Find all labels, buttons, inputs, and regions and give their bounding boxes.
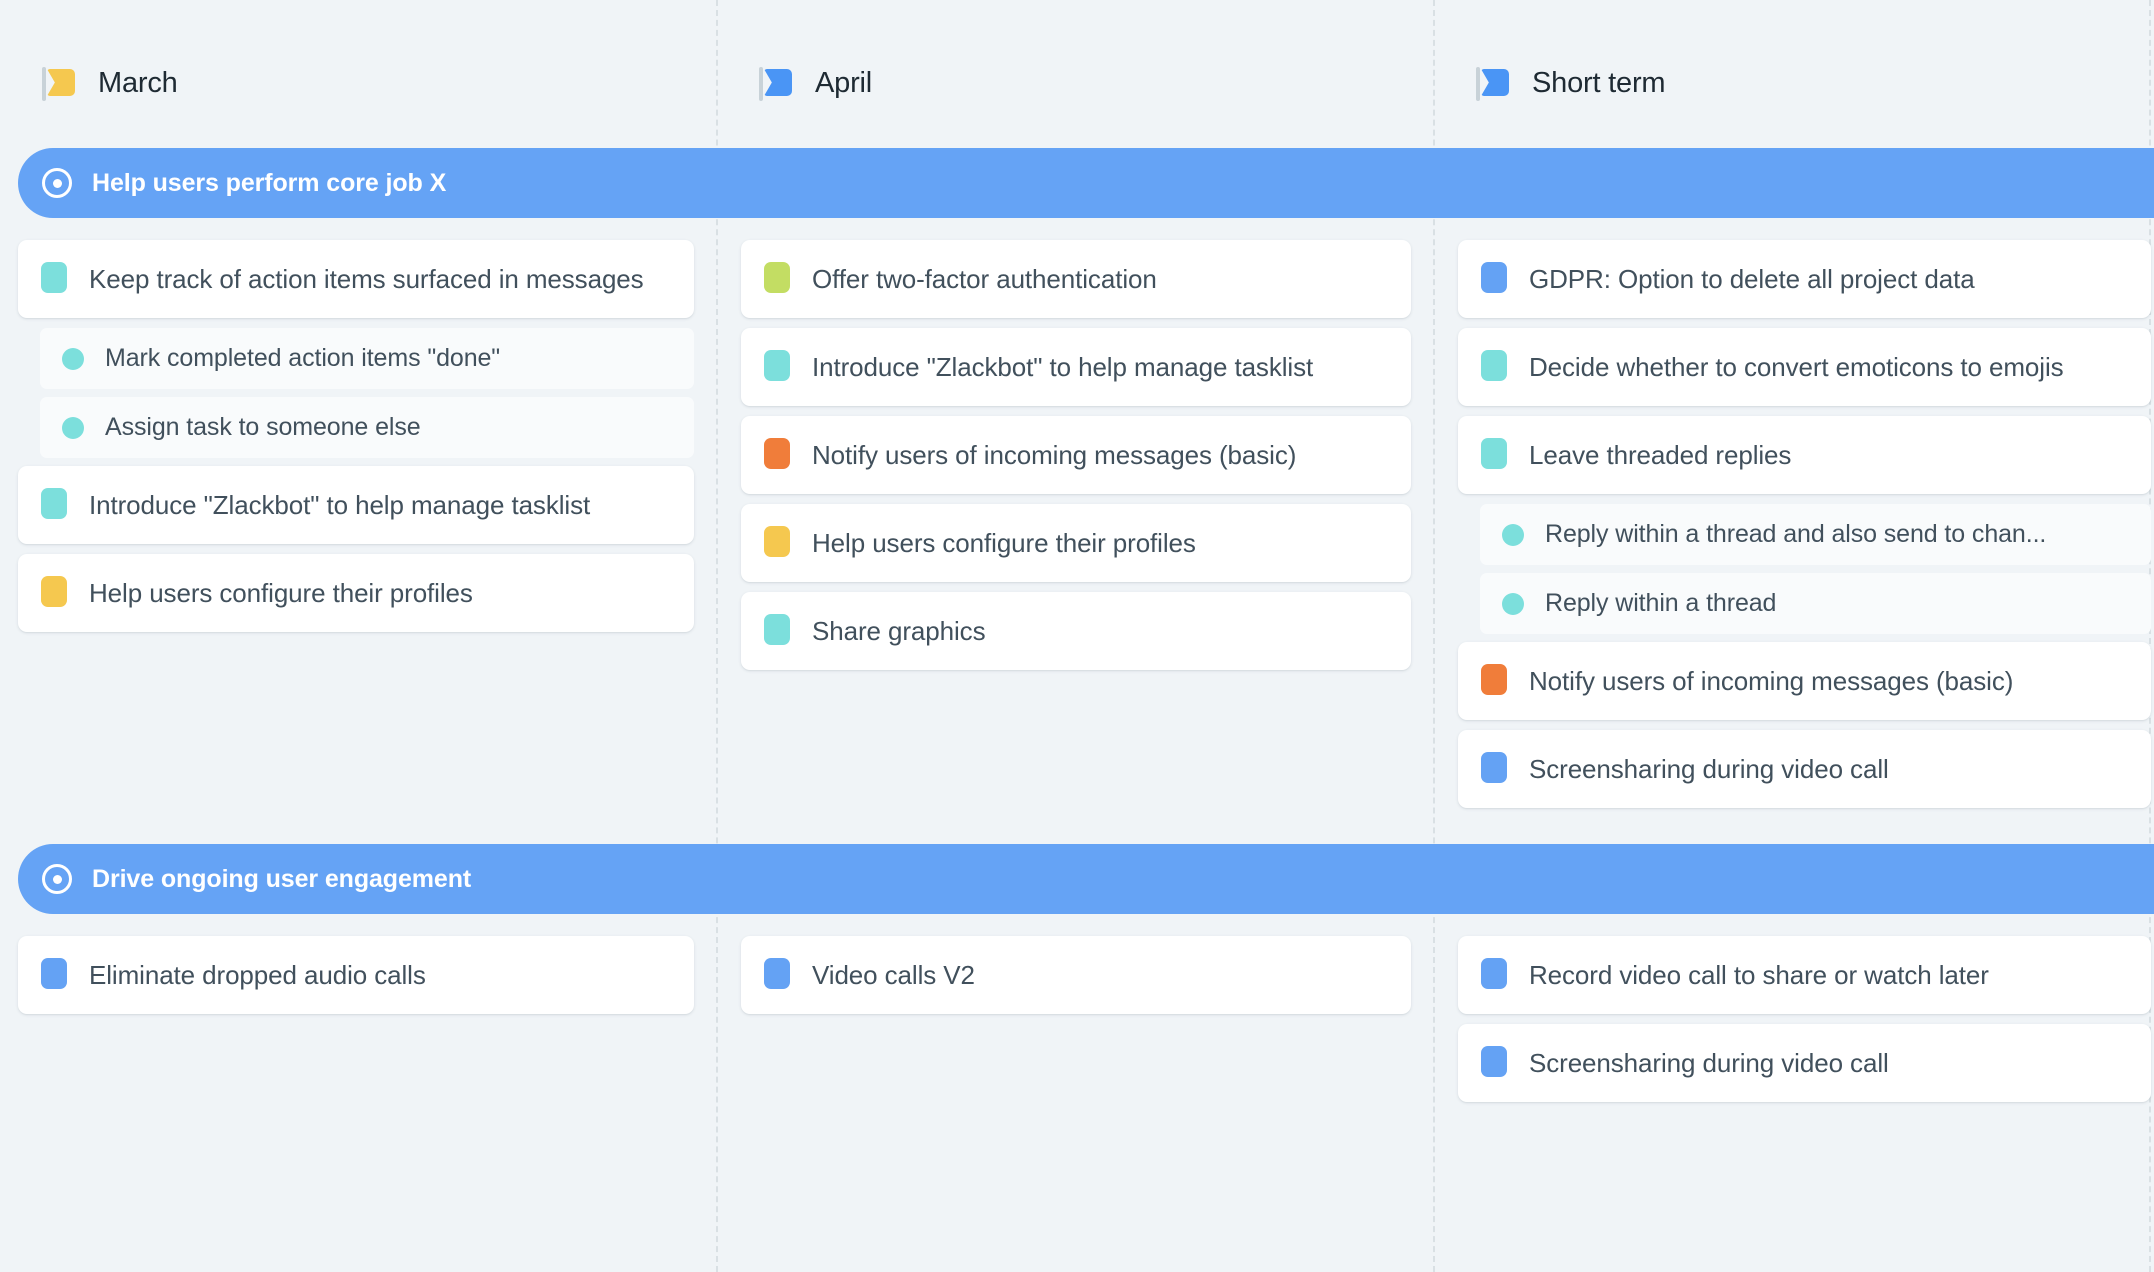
card-color-swatch bbox=[41, 576, 67, 607]
card-label: Introduce "Zlackbot" to help manage task… bbox=[812, 349, 1389, 385]
card-label: Leave threaded replies bbox=[1529, 437, 2129, 473]
column-title: April bbox=[815, 67, 872, 100]
column-title: Short term bbox=[1532, 67, 1665, 100]
card-label: Share graphics bbox=[812, 613, 1389, 649]
card-color-swatch bbox=[764, 526, 790, 557]
card-color-swatch bbox=[764, 614, 790, 645]
feature-card[interactable]: Leave threaded replies bbox=[1458, 416, 2151, 494]
feature-card[interactable]: Share graphics bbox=[741, 592, 1411, 670]
sub-feature-label: Reply within a thread and also send to c… bbox=[1545, 518, 2129, 551]
card-color-swatch bbox=[1481, 752, 1507, 783]
card-label: Screensharing during video call bbox=[1529, 751, 2129, 787]
goal-banner[interactable]: Help users perform core job X bbox=[18, 148, 2154, 218]
card-color-swatch bbox=[1481, 1046, 1507, 1077]
card-color-swatch bbox=[764, 350, 790, 381]
feature-card[interactable]: Eliminate dropped audio calls bbox=[18, 936, 694, 1014]
goal-title: Drive ongoing user engagement bbox=[92, 865, 471, 894]
target-icon bbox=[42, 864, 72, 894]
card-color-swatch bbox=[1481, 262, 1507, 293]
card-label: Introduce "Zlackbot" to help manage task… bbox=[89, 487, 672, 523]
goal-banner[interactable]: Drive ongoing user engagement bbox=[18, 844, 2154, 914]
card-label: Offer two-factor authentication bbox=[812, 261, 1389, 297]
column-header-march[interactable]: March bbox=[0, 0, 717, 148]
card-label: Notify users of incoming messages (basic… bbox=[812, 437, 1389, 473]
column-header-short-term[interactable]: Short term bbox=[1434, 0, 2151, 148]
sub-feature-label: Reply within a thread bbox=[1545, 587, 2129, 620]
feature-card[interactable]: Offer two-factor authentication bbox=[741, 240, 1411, 318]
flag-icon bbox=[42, 63, 76, 103]
card-label: Help users configure their profiles bbox=[812, 525, 1389, 561]
sub-feature-row[interactable]: Reply within a thread and also send to c… bbox=[1480, 504, 2151, 565]
feature-card[interactable]: Introduce "Zlackbot" to help manage task… bbox=[741, 328, 1411, 406]
card-color-swatch bbox=[1481, 350, 1507, 381]
goal-column-april: Offer two-factor authentication Introduc… bbox=[717, 240, 1434, 680]
card-color-swatch bbox=[1481, 958, 1507, 989]
feature-card[interactable]: Introduce "Zlackbot" to help manage task… bbox=[18, 466, 694, 544]
feature-card[interactable]: GDPR: Option to delete all project data bbox=[1458, 240, 2151, 318]
feature-card[interactable]: Screensharing during video call bbox=[1458, 1024, 2151, 1102]
goal-column-march: Keep track of action items surfaced in m… bbox=[0, 240, 717, 642]
goal-column-march: Eliminate dropped audio calls bbox=[0, 936, 717, 1024]
card-label: Decide whether to convert emoticons to e… bbox=[1529, 349, 2129, 385]
goal-group-core-job: Help users perform core job X Keep track… bbox=[0, 148, 2154, 818]
feature-card[interactable]: Notify users of incoming messages (basic… bbox=[741, 416, 1411, 494]
roadmap-board: March April Short term Help users perfor… bbox=[0, 0, 2154, 1112]
goal-columns: Keep track of action items surfaced in m… bbox=[0, 218, 2154, 818]
card-label: Video calls V2 bbox=[812, 957, 1389, 993]
feature-card[interactable]: Help users configure their profiles bbox=[741, 504, 1411, 582]
card-label: Record video call to share or watch late… bbox=[1529, 957, 2129, 993]
sub-feature-color-dot bbox=[1502, 593, 1524, 615]
goal-column-short-term: GDPR: Option to delete all project data … bbox=[1434, 240, 2151, 818]
card-label: Eliminate dropped audio calls bbox=[89, 957, 672, 993]
sub-feature-row[interactable]: Mark completed action items "done" bbox=[40, 328, 694, 389]
card-label: Help users configure their profiles bbox=[89, 575, 672, 611]
feature-card[interactable]: Decide whether to convert emoticons to e… bbox=[1458, 328, 2151, 406]
card-label: GDPR: Option to delete all project data bbox=[1529, 261, 2129, 297]
column-header-april[interactable]: April bbox=[717, 0, 1434, 148]
column-title: March bbox=[98, 67, 178, 100]
sub-feature-label: Assign task to someone else bbox=[105, 411, 672, 444]
card-color-swatch bbox=[764, 958, 790, 989]
flag-icon bbox=[759, 63, 793, 103]
card-color-swatch bbox=[41, 488, 67, 519]
card-color-swatch bbox=[41, 262, 67, 293]
goal-group-engagement: Drive ongoing user engagement Eliminate … bbox=[0, 844, 2154, 1112]
feature-card[interactable]: Keep track of action items surfaced in m… bbox=[18, 240, 694, 318]
feature-card[interactable]: Video calls V2 bbox=[741, 936, 1411, 1014]
feature-card[interactable]: Help users configure their profiles bbox=[18, 554, 694, 632]
card-label: Screensharing during video call bbox=[1529, 1045, 2129, 1081]
card-label: Notify users of incoming messages (basic… bbox=[1529, 663, 2129, 699]
sub-feature-color-dot bbox=[62, 417, 84, 439]
goal-title: Help users perform core job X bbox=[92, 169, 446, 198]
sub-feature-label: Mark completed action items "done" bbox=[105, 342, 672, 375]
sub-feature-row[interactable]: Reply within a thread bbox=[1480, 573, 2151, 634]
card-color-swatch bbox=[1481, 438, 1507, 469]
card-color-swatch bbox=[41, 958, 67, 989]
card-color-swatch bbox=[764, 262, 790, 293]
sub-feature-color-dot bbox=[1502, 524, 1524, 546]
goal-columns: Eliminate dropped audio calls Video call… bbox=[0, 914, 2154, 1112]
sub-feature-row[interactable]: Assign task to someone else bbox=[40, 397, 694, 458]
feature-card[interactable]: Record video call to share or watch late… bbox=[1458, 936, 2151, 1014]
column-header-row: March April Short term bbox=[0, 0, 2154, 148]
card-label: Keep track of action items surfaced in m… bbox=[89, 261, 672, 297]
target-icon bbox=[42, 168, 72, 198]
goal-column-april: Video calls V2 bbox=[717, 936, 1434, 1024]
feature-card[interactable]: Notify users of incoming messages (basic… bbox=[1458, 642, 2151, 720]
goal-column-short-term: Record video call to share or watch late… bbox=[1434, 936, 2151, 1112]
card-color-swatch bbox=[764, 438, 790, 469]
flag-icon bbox=[1476, 63, 1510, 103]
card-color-swatch bbox=[1481, 664, 1507, 695]
feature-card[interactable]: Screensharing during video call bbox=[1458, 730, 2151, 808]
sub-feature-color-dot bbox=[62, 348, 84, 370]
